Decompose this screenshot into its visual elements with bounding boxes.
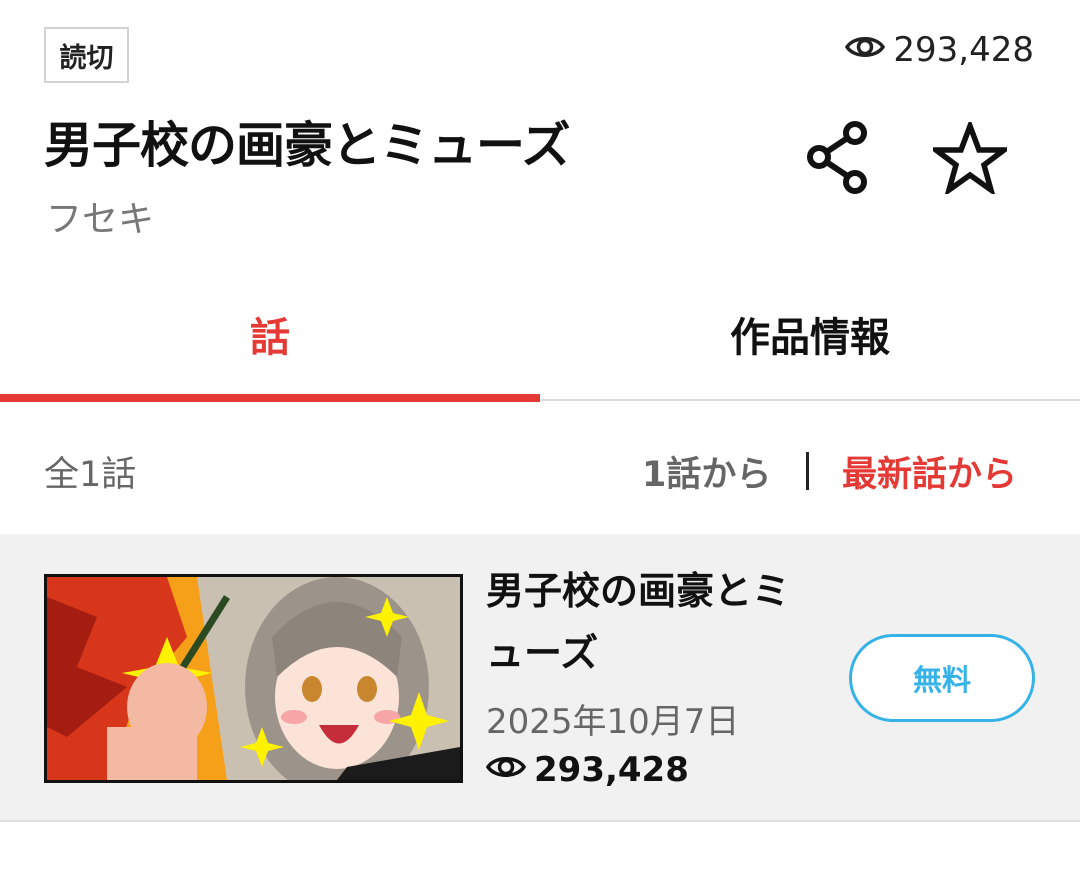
sort-from-first-button[interactable]: 1話から bbox=[642, 446, 771, 497]
total-views: 293,428 bbox=[845, 30, 1034, 70]
tab-episodes[interactable]: 話 bbox=[0, 270, 540, 398]
sort-from-latest-button[interactable]: 最新話から bbox=[842, 446, 1017, 497]
episode-count: 全1話 bbox=[44, 455, 137, 495]
sort-separator bbox=[806, 452, 809, 490]
free-read-button[interactable]: 無料 bbox=[849, 634, 1035, 722]
eye-icon bbox=[845, 30, 886, 70]
star-outline-icon bbox=[927, 118, 1013, 198]
share-icon bbox=[803, 121, 873, 199]
episode-date: 2025年10月7日 bbox=[486, 702, 740, 742]
episode-title: 男子校の画豪とミューズ bbox=[486, 569, 791, 675]
tab-bar: 話 作品情報 bbox=[0, 270, 1080, 402]
tab-divider bbox=[540, 399, 1080, 401]
total-views-value: 293,428 bbox=[893, 30, 1034, 70]
episode-list-item[interactable]: 男子校の画豪とミューズ 2025年10月7日 293,428 無料 bbox=[0, 534, 1080, 822]
author-name[interactable]: フセキ bbox=[46, 190, 154, 242]
work-title: 男子校の画豪とミューズ bbox=[44, 117, 571, 174]
eye-icon bbox=[485, 750, 527, 790]
episode-thumbnail bbox=[44, 574, 463, 783]
episode-list-header: 全1話 1話から 最新話から bbox=[0, 402, 1080, 534]
episode-views-value: 293,428 bbox=[534, 750, 689, 790]
oneshot-badge: 読切 bbox=[44, 27, 129, 83]
tab-work-info[interactable]: 作品情報 bbox=[540, 270, 1080, 398]
active-tab-indicator bbox=[0, 394, 540, 402]
share-button[interactable] bbox=[800, 120, 876, 200]
favorite-button[interactable] bbox=[927, 118, 1013, 200]
episode-views: 293,428 bbox=[485, 750, 689, 790]
